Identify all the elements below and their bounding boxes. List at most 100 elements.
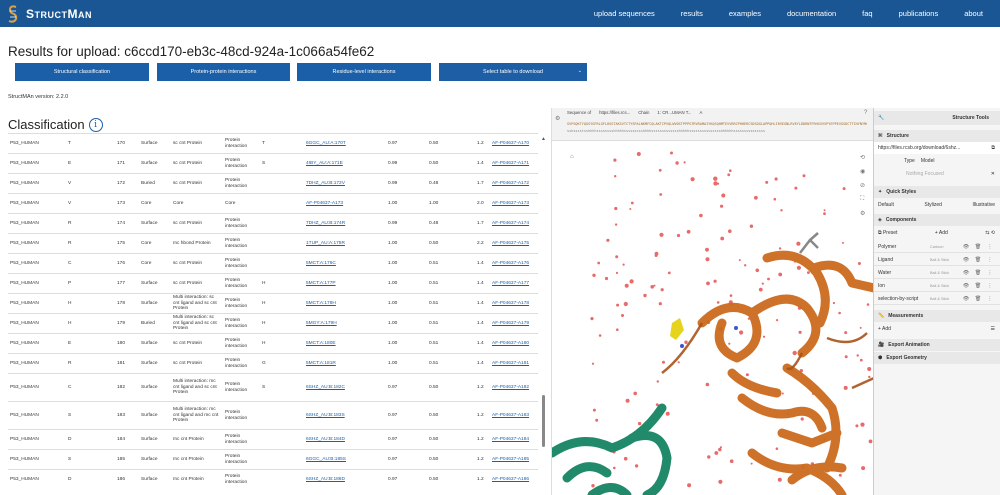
table-cell: Protein interaction bbox=[223, 401, 260, 430]
table-cell: sc cnt Protein bbox=[171, 213, 223, 234]
water-atom bbox=[630, 201, 634, 205]
molstar-viewer[interactable]: ⚙ Sequence of https://files.rcs... Chain… bbox=[551, 108, 873, 495]
table-scrollbar[interactable]: ▲ bbox=[540, 133, 547, 495]
nav-about[interactable]: about bbox=[964, 9, 983, 18]
structure-link[interactable]: AF-P04637-A177 bbox=[492, 281, 529, 286]
list-icon[interactable]: ☰ bbox=[991, 326, 995, 332]
scrollbar-thumb[interactable] bbox=[542, 395, 545, 447]
component-row-ion[interactable]: Ion Ball & Stick 👁 🗑 ⋮ bbox=[874, 281, 1000, 292]
classification-table: P53_HUMAN T 170 Surface sc cnt Protein Protei… bbox=[8, 133, 538, 490]
nav-examples[interactable]: examples bbox=[729, 9, 761, 18]
structure-link[interactable]: AF-P04637-A170 bbox=[492, 141, 529, 146]
structure-link[interactable]: 6SHZ_AU:B:186D bbox=[306, 477, 345, 482]
structure-link[interactable]: AF-P04637-A185 bbox=[492, 457, 529, 462]
export-geometry-section[interactable]: ⬢ Export Geometry bbox=[874, 352, 1000, 364]
structure-link[interactable]: 6SHZ_AU:B:184D bbox=[306, 437, 345, 442]
table-cell: P53_HUMAN bbox=[8, 253, 66, 274]
molecule-render[interactable] bbox=[552, 108, 873, 495]
water-atom bbox=[604, 276, 609, 281]
info-icon[interactable]: i bbox=[88, 117, 103, 132]
measurements-section[interactable]: 📏 Measurements bbox=[874, 310, 1000, 322]
preset-button[interactable]: ⧉ Preset bbox=[878, 230, 897, 236]
residue-level-interactions-button[interactable]: Residue-level interactions bbox=[297, 63, 431, 81]
components-settings-icon[interactable]: ⇆ ⟲ bbox=[985, 230, 995, 236]
structure-link[interactable]: AF-P04637-A178 bbox=[492, 301, 529, 306]
quick-styles-section[interactable]: ✦ Quick Styles bbox=[874, 186, 1000, 198]
style-stylized-button[interactable]: Stylized bbox=[924, 202, 942, 208]
structure-link[interactable]: AF-P04637-A181 bbox=[492, 361, 529, 366]
water-atom bbox=[750, 462, 753, 465]
water-atom bbox=[636, 152, 641, 156]
more-icon: ⋮ bbox=[987, 257, 993, 263]
structure-link[interactable]: 5MCT:A:178H bbox=[306, 301, 336, 306]
structure-section[interactable]: ⌘ Structure bbox=[874, 130, 1000, 142]
nav-documentation[interactable]: documentation bbox=[787, 9, 836, 18]
table-cell: 0.51 bbox=[427, 253, 475, 274]
water-atom bbox=[590, 317, 594, 321]
structural-classification-button[interactable]: Structural classification bbox=[15, 63, 149, 81]
structure-link[interactable]: 6SHZ_AU:B:183S bbox=[306, 413, 345, 418]
structure-link[interactable]: AF-P04637-A179 bbox=[492, 321, 529, 326]
table-cell: 1.4 bbox=[475, 273, 490, 294]
nav-publications[interactable]: publications bbox=[899, 9, 939, 18]
copy-icon[interactable]: ⧉ bbox=[991, 145, 995, 151]
structure-link[interactable]: 1TUP_AU:A:175R bbox=[306, 241, 345, 246]
table-cell: AF-P04637-A176 bbox=[490, 253, 538, 274]
structure-link[interactable]: AF-P04637-A183 bbox=[492, 413, 529, 418]
structure-link[interactable]: 5MCT:A:176C bbox=[306, 261, 336, 266]
structure-link[interactable]: AF-P04637-A186 bbox=[492, 477, 529, 482]
structure-link[interactable]: 7DHZ_AU:B:174R bbox=[306, 221, 345, 226]
structure-link[interactable]: 6GGC_AU:A:170T bbox=[306, 141, 346, 146]
structure-link[interactable]: AF-P04637-A175 bbox=[492, 241, 529, 246]
export-animation-section[interactable]: 🎥 Export Animation bbox=[874, 339, 1000, 351]
add-component-button[interactable]: + Add bbox=[935, 230, 948, 236]
focus-row[interactable]: Nothing Focused ✕ bbox=[874, 168, 1000, 180]
table-cell: Protein interaction bbox=[223, 333, 260, 354]
structure-link[interactable]: AF-P04637-A184 bbox=[492, 437, 529, 442]
structure-link[interactable]: AF-P04637-A172 bbox=[492, 181, 529, 186]
download-table-select[interactable]: Select table to download ⌄ bbox=[439, 63, 587, 81]
add-measurement-button[interactable]: + Add bbox=[878, 326, 891, 332]
structure-link[interactable]: 5MGY:A:179H bbox=[306, 321, 337, 326]
structure-link[interactable]: AF-P04637-A182 bbox=[492, 385, 529, 390]
table-row: P53_HUMAN C 176 Core sc cnt Protein Protein i… bbox=[8, 253, 538, 274]
water-atom bbox=[781, 392, 784, 395]
structure-link[interactable]: AF-P04637-A171 bbox=[492, 161, 529, 166]
structure-link[interactable]: 6SHZ_AU:B:182C bbox=[306, 385, 345, 390]
structure-link[interactable]: 5MCT:A:180E bbox=[306, 341, 336, 346]
water-atom bbox=[754, 195, 758, 200]
component-row-ligand[interactable]: Ligand Ball & Stick 👁 🗑 ⋮ bbox=[874, 255, 1000, 266]
classification-table-container[interactable]: P53_HUMAN T 170 Surface sc cnt Protein Protei… bbox=[8, 133, 538, 495]
type-row[interactable]: Type Model bbox=[874, 155, 1000, 167]
structure-icon: ⌘ bbox=[878, 133, 883, 139]
component-row-water[interactable]: Water Ball & Stick 👁 🗑 ⋮ bbox=[874, 268, 1000, 279]
structure-link[interactable]: AF-P04637-A173 bbox=[306, 201, 343, 206]
structure-link[interactable]: AF-P04637-A173 bbox=[492, 201, 529, 206]
structure-link[interactable]: AF-P04637-A180 bbox=[492, 341, 529, 346]
close-icon[interactable]: ✕ bbox=[991, 171, 995, 177]
structure-link[interactable]: AF-P04637-A174 bbox=[492, 221, 529, 226]
water-atom bbox=[650, 285, 654, 289]
structure-url-field[interactable]: https://files.rcsb.org/download/6shz... … bbox=[874, 142, 1000, 154]
style-default-button[interactable]: Default bbox=[878, 202, 894, 208]
structure-link[interactable]: 6GGC_AU:B:185S bbox=[306, 457, 346, 462]
structure-link[interactable]: 4IBY_AU:A:171E bbox=[306, 161, 343, 166]
nav-results[interactable]: results bbox=[681, 9, 703, 18]
table-cell: 6GGC_AU:A:170T bbox=[304, 133, 386, 154]
structure-link[interactable]: 7DHZ_AU:B:172V bbox=[306, 181, 345, 186]
structure-link[interactable]: AF-P04637-A176 bbox=[492, 261, 529, 266]
nav-upload-sequences[interactable]: upload sequences bbox=[594, 9, 655, 18]
component-row-polymer[interactable]: Polymer Cartoon 👁 🗑 ⋮ bbox=[874, 242, 1000, 253]
scroll-up-icon[interactable]: ▲ bbox=[541, 136, 546, 142]
nav-faq[interactable]: faq bbox=[862, 9, 872, 18]
table-cell: Protein interaction bbox=[223, 173, 260, 194]
components-section[interactable]: ◈ Components bbox=[874, 214, 1000, 226]
protein-protein-interactions-button[interactable]: Protein-protein interactions bbox=[157, 63, 290, 81]
structure-link[interactable]: 5MCT:A:181R bbox=[306, 361, 336, 366]
component-row-selection[interactable]: selection-by-script Ball & Stick 👁 🗑 ⋮ bbox=[874, 294, 1000, 305]
table-cell: 1.00 bbox=[386, 293, 427, 314]
table-cell: 6GGC_AU:B:185S bbox=[304, 449, 386, 470]
structure-link[interactable]: 5MCT:A:177P bbox=[306, 281, 336, 286]
logo[interactable]: STRUCTMAN bbox=[7, 4, 92, 24]
style-illustrative-button[interactable]: Illustrative bbox=[972, 202, 995, 208]
